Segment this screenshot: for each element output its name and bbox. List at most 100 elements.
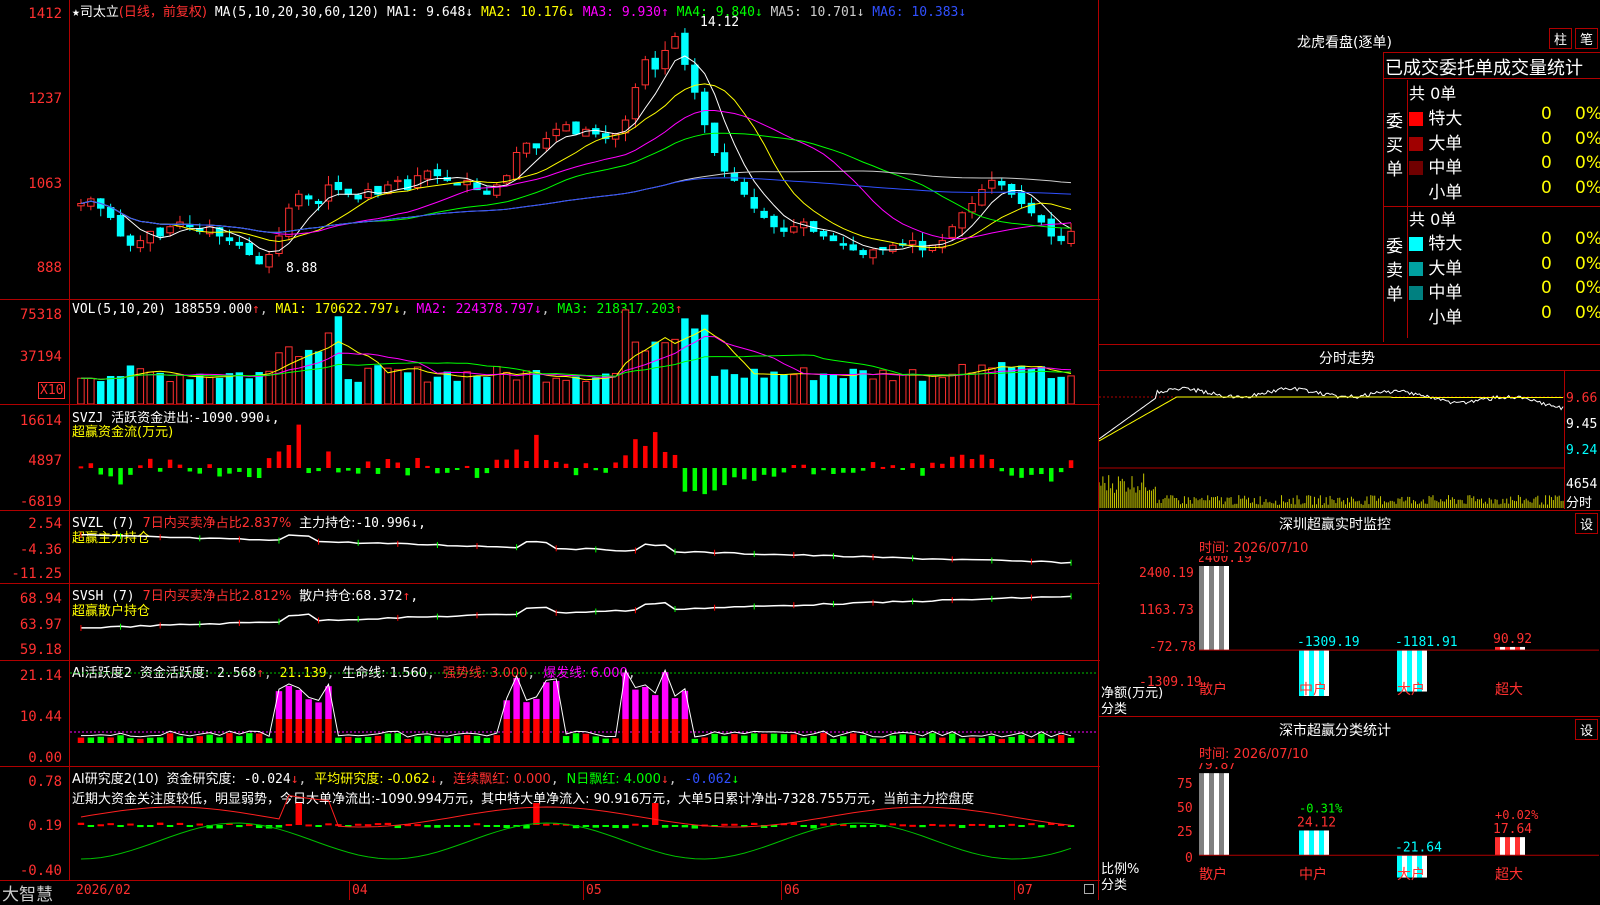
activity-line: [80, 668, 1072, 738]
research-bar: [463, 825, 471, 827]
tick-mode-button[interactable]: 笔: [1575, 28, 1599, 49]
category-bar: [1314, 830, 1319, 856]
research-bar: [424, 825, 431, 828]
low-price-label: 8.88: [286, 261, 318, 276]
candle: [760, 210, 768, 218]
sz-bar-chart[interactable]: 2400.19 散户 -1309.19 中户 -1181.91 大户 90.92 超大: [1199, 556, 1599, 716]
research-bar: [186, 825, 194, 827]
sc-date: 时间: 2026/07/10: [1199, 747, 1309, 762]
volume-bar: [671, 338, 679, 404]
activity-bar: [632, 689, 639, 719]
activity-bar: [879, 738, 887, 743]
order-type: 特大: [1423, 109, 1463, 129]
volume-bar: [502, 371, 511, 404]
flow-bar: [98, 468, 104, 475]
retail-chart[interactable]: [70, 584, 1098, 660]
volume-bar: [631, 341, 640, 404]
main-force-line: [81, 534, 1072, 564]
research-bar: [147, 825, 154, 827]
vol-tick: 4654: [1566, 477, 1598, 492]
category-bar: [1219, 566, 1224, 651]
flow-bar: [524, 460, 529, 468]
flow-bar: [1029, 468, 1034, 475]
sc-bar-chart[interactable]: 79.87+0.57%散户24.12-0.31%中户-21.64大户17.64+…: [1199, 763, 1599, 900]
activity-bar: [661, 719, 669, 743]
x-tick: 05: [586, 883, 602, 898]
candle: [304, 195, 313, 200]
volume-bar: [760, 377, 768, 404]
activity-bar: [493, 735, 501, 743]
research-bar: [483, 825, 491, 827]
candle: [651, 57, 659, 70]
research-bar: [543, 823, 550, 826]
research-bar: [156, 822, 164, 825]
y-tick: 0.78: [28, 774, 62, 790]
research-bar: [216, 825, 223, 829]
activity-bar: [968, 737, 976, 743]
fund-flow-chart[interactable]: [70, 405, 1098, 510]
research-bar: [731, 823, 738, 826]
volume-chart[interactable]: [70, 300, 1098, 404]
candle: [423, 170, 432, 180]
research-bar: [968, 823, 976, 826]
activity-bar: [701, 737, 708, 743]
divider: [1564, 371, 1565, 509]
research-bar: [859, 825, 867, 828]
research-bar: [661, 825, 669, 828]
sc-xlabel: 分类: [1101, 878, 1128, 893]
order-pct: 0%: [1575, 128, 1600, 149]
y-tick: 63.97: [19, 617, 62, 633]
candle: [512, 152, 521, 180]
research-bar: [751, 822, 758, 825]
volume-bar: [1057, 376, 1065, 404]
y-tick: 10.44: [19, 709, 62, 725]
bar-mode-button[interactable]: 柱: [1549, 28, 1573, 49]
research-bar: [1038, 825, 1045, 828]
color-swatch: [1409, 136, 1423, 151]
research-bar: [414, 824, 421, 827]
category-bar: [1214, 566, 1219, 651]
bar-value-label: 24.12: [1297, 815, 1336, 830]
activity-bar: [513, 719, 520, 743]
research-bar: [612, 825, 619, 828]
lock-icon[interactable]: [1084, 884, 1094, 894]
activity-bar: [394, 733, 401, 743]
right-panel: 龙虎看盘(逐单) 柱 笔 已成交委托单成交量统计 共 0单 委买单 特大 0 0% …: [1099, 0, 1600, 900]
candle: [225, 237, 234, 242]
sz-xlabel: 分类: [1101, 702, 1128, 717]
y-tick: 2.54: [28, 516, 62, 532]
activity-bar: [315, 702, 322, 719]
volume-bar: [394, 369, 402, 404]
main-force-chart[interactable]: [70, 511, 1098, 583]
candle: [542, 138, 551, 149]
volume-bar: [730, 374, 739, 404]
category-bar: [1199, 773, 1204, 856]
activity-bar: [988, 735, 996, 743]
volume-bar: [958, 363, 966, 404]
intraday-chart[interactable]: [1099, 371, 1565, 509]
flow-bar: [702, 468, 707, 495]
sc-settings-button[interactable]: 设: [1575, 719, 1599, 740]
activity-bar: [1048, 738, 1055, 743]
divider: [0, 880, 1100, 881]
sc-title: 深市超赢分类统计: [1279, 723, 1391, 739]
candle: [869, 249, 877, 259]
research-chart[interactable]: [70, 767, 1098, 880]
research-bar: [325, 823, 332, 826]
flow-bar: [1048, 468, 1054, 482]
research-bar: [642, 825, 649, 828]
activity-bar: [295, 689, 302, 719]
candle: [126, 235, 135, 246]
candlestick-chart[interactable]: [70, 0, 1098, 299]
volume-bar: [592, 377, 600, 404]
volume-bar: [869, 378, 877, 404]
vol-unit-badge[interactable]: X10: [38, 382, 66, 399]
volume-bar: [483, 376, 491, 404]
flow-bar: [880, 466, 886, 469]
sz-settings-button[interactable]: 设: [1575, 513, 1599, 534]
volume-bar: [790, 374, 798, 404]
activity-chart[interactable]: [70, 661, 1098, 766]
flow-bar: [355, 468, 361, 474]
activity-bar: [315, 719, 322, 743]
activity-bar: [671, 698, 679, 719]
